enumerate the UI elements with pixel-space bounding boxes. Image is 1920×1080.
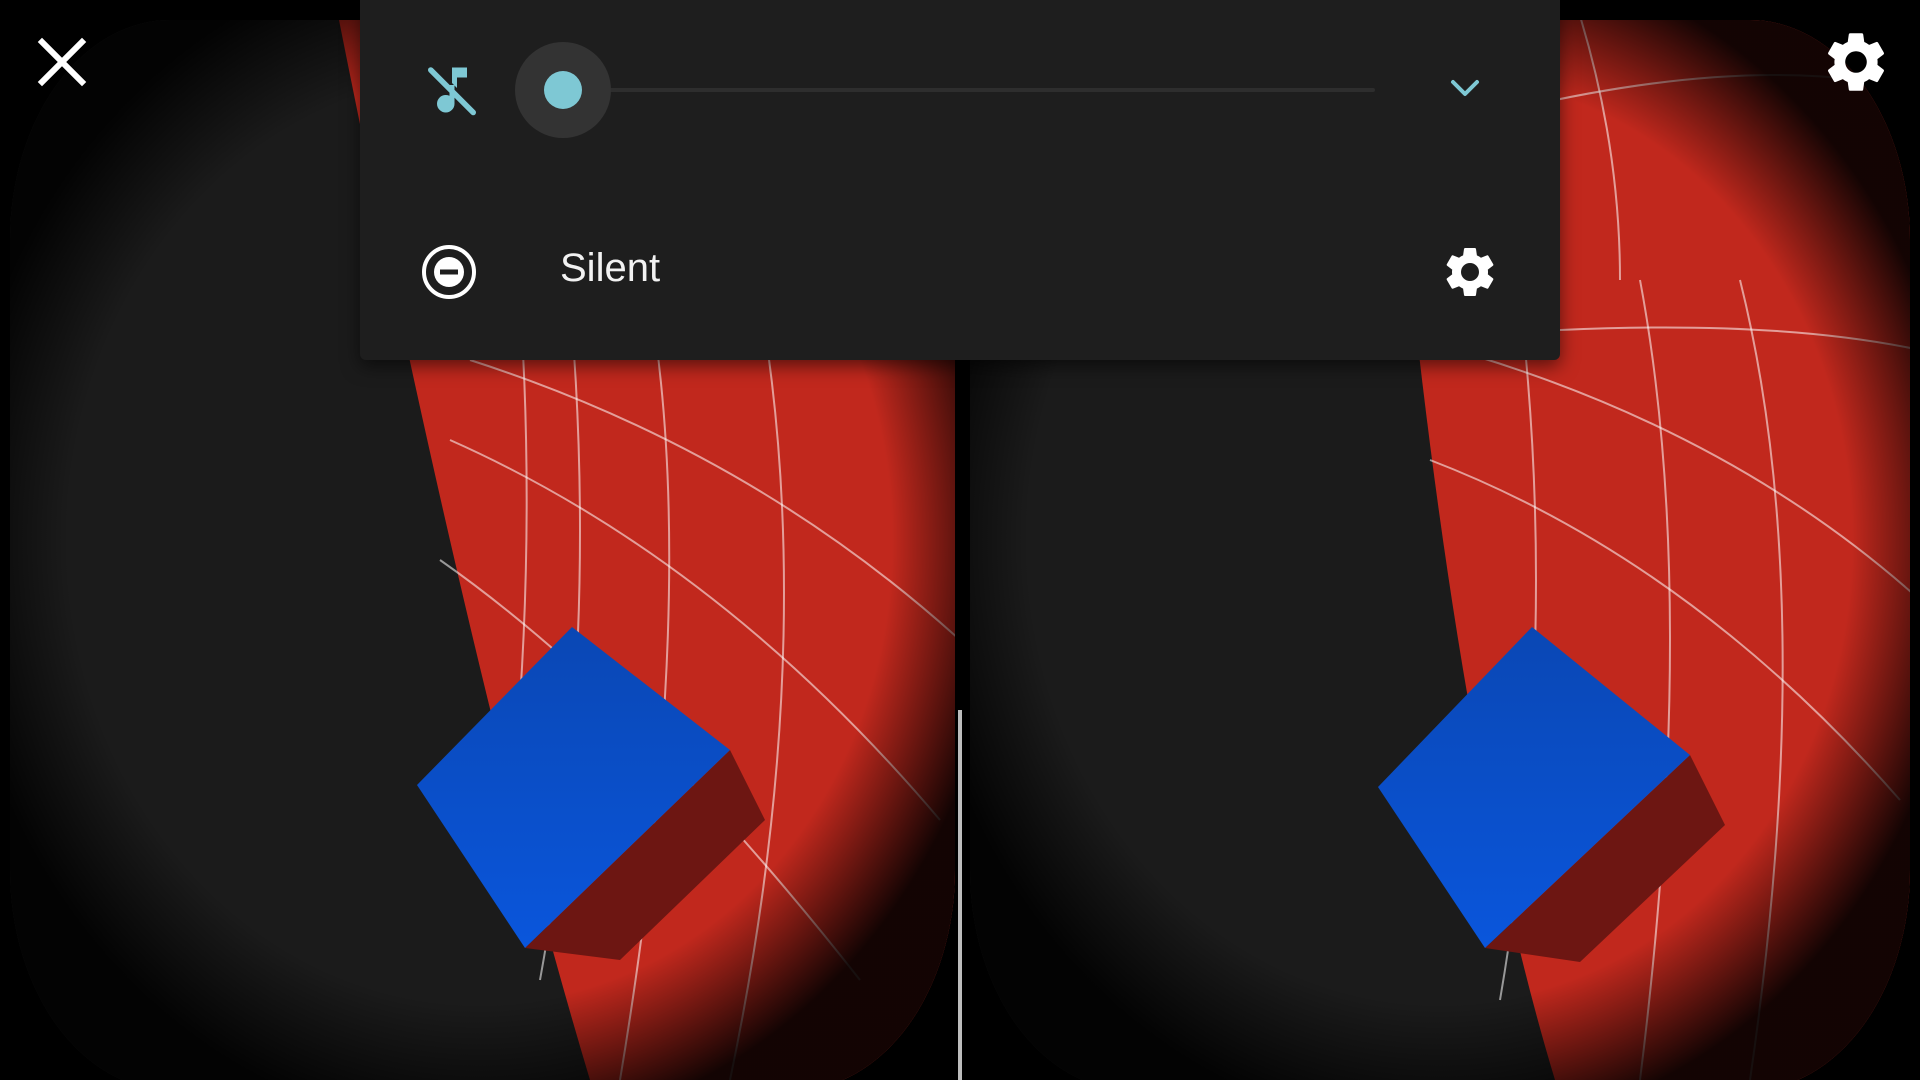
- close-icon[interactable]: [30, 30, 94, 94]
- volume-panel: Silent: [360, 0, 1560, 360]
- chevron-down-icon[interactable]: [1440, 70, 1490, 110]
- gear-icon[interactable]: [1440, 242, 1500, 302]
- ringer-mode-label: Silent: [560, 246, 661, 290]
- volume-slider[interactable]: [515, 42, 1375, 138]
- slider-thumb[interactable]: [544, 71, 582, 109]
- music-note-off-icon[interactable]: [422, 60, 482, 120]
- slider-track: [575, 88, 1375, 92]
- lens-divider: [958, 710, 962, 1080]
- gear-icon[interactable]: [1820, 26, 1892, 98]
- do-not-disturb-icon[interactable]: [420, 243, 478, 301]
